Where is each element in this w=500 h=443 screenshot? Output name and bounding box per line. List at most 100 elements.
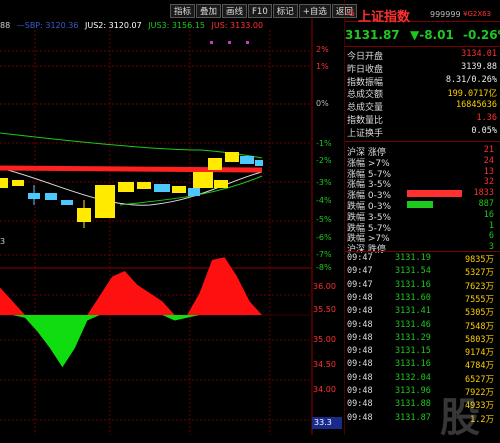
distribution-value: 13 bbox=[483, 166, 494, 177]
distribution-row: 涨幅 3-5% 32 bbox=[347, 177, 497, 190]
tick-row: 09:48 3131.46 7548万 bbox=[347, 319, 497, 332]
candle bbox=[188, 188, 200, 196]
divider bbox=[345, 251, 500, 252]
lower-y-tick: 35.00 bbox=[313, 335, 336, 344]
candle bbox=[12, 180, 24, 186]
y-tick: -2% bbox=[316, 156, 332, 165]
candle bbox=[240, 156, 254, 164]
distribution-row: 沪深 涨停 21 bbox=[347, 145, 497, 158]
stat-row: 上证换手 0.05% bbox=[347, 126, 497, 139]
tick-price: 3131.15 bbox=[395, 346, 431, 357]
tick-price: 3131.54 bbox=[395, 266, 431, 277]
divider bbox=[345, 141, 500, 142]
tick-time: 09:47 bbox=[347, 266, 373, 277]
stat-label: 昨日收盘 bbox=[347, 64, 384, 75]
tick-row: 09:48 3132.04 6527万 bbox=[347, 372, 497, 385]
tick-price: 3132.04 bbox=[395, 372, 431, 383]
distribution-value: 32 bbox=[483, 177, 494, 188]
tick-row: 09:47 3131.54 5327万 bbox=[347, 266, 497, 278]
stat-label: 总成交量 bbox=[347, 103, 384, 114]
candle bbox=[255, 160, 263, 166]
candle bbox=[0, 178, 8, 188]
distribution-value: 887 bbox=[478, 199, 494, 209]
candle bbox=[214, 180, 228, 188]
reference-red-line bbox=[0, 165, 263, 173]
tick-row: 09:48 3131.29 5803万 bbox=[347, 333, 497, 345]
stat-value: 3134.01 bbox=[461, 49, 497, 59]
watermark-logo: 股 bbox=[440, 395, 480, 441]
tick-row: 09:48 3131.60 7555万 bbox=[347, 292, 497, 305]
y-tick: 2% bbox=[316, 45, 329, 54]
chart-area[interactable] bbox=[0, 0, 345, 435]
oscillator-negative-area bbox=[0, 315, 262, 368]
tick-time: 09:48 bbox=[347, 346, 373, 357]
tick-time: 09:48 bbox=[347, 306, 373, 317]
y-tick: -3% bbox=[316, 178, 332, 187]
distribution-value: 6 bbox=[488, 231, 494, 242]
tick-price: 3131.96 bbox=[395, 386, 431, 396]
distribution-bar bbox=[407, 190, 462, 198]
tick-row: 09:48 3131.16 4784万 bbox=[347, 359, 497, 371]
stat-label: 指数量比 bbox=[347, 116, 384, 126]
tick-time: 09:48 bbox=[347, 386, 373, 396]
tick-time: 09:48 bbox=[347, 292, 373, 303]
candle bbox=[118, 182, 134, 192]
distribution-value: 24 bbox=[483, 155, 494, 166]
tick-price: 3131.19 bbox=[395, 253, 431, 263]
candlesticks bbox=[0, 152, 263, 228]
price-change-pct: -0.26% bbox=[463, 28, 500, 42]
tick-price: 3131.88 bbox=[395, 399, 431, 410]
tick-row: 09:47 3131.19 9835万 bbox=[347, 253, 497, 265]
distribution-value: 1833 bbox=[473, 188, 494, 199]
y-tick: 1% bbox=[316, 62, 329, 71]
tick-time: 09:47 bbox=[347, 279, 373, 290]
candle bbox=[137, 182, 151, 189]
stat-label: 指数振幅 bbox=[347, 77, 384, 88]
stat-value: 3139.88 bbox=[461, 61, 497, 72]
candle bbox=[225, 152, 239, 162]
distribution-row: 涨幅 5-7% 13 bbox=[347, 166, 497, 180]
tick-price: 3131.60 bbox=[395, 292, 431, 303]
left-small-label: 3 bbox=[0, 237, 6, 246]
stat-row: 总成交额 199.0717亿 bbox=[347, 87, 497, 101]
stat-label: 今日开盘 bbox=[347, 52, 384, 62]
tick-row: 09:47 3131.16 7623万 bbox=[347, 279, 497, 292]
tick-price: 3131.16 bbox=[395, 359, 431, 370]
stat-label: 总成交额 bbox=[347, 90, 384, 101]
lower-y-tick: 34.50 bbox=[313, 360, 336, 369]
tick-time: 09:48 bbox=[347, 412, 373, 423]
tick-row: 09:48 3131.41 5305万 bbox=[347, 306, 497, 319]
stat-row: 昨日收盘 3139.88 bbox=[347, 61, 497, 75]
lower-y-tick: 35.50 bbox=[313, 305, 336, 314]
stat-value: 1.36 bbox=[476, 113, 497, 123]
stat-value: 16845636 bbox=[456, 100, 497, 111]
tick-price: 3131.87 bbox=[395, 412, 431, 423]
tick-time: 09:48 bbox=[347, 359, 373, 370]
stat-row: 指数量比 1.36 bbox=[347, 113, 497, 126]
y-tick: -7% bbox=[316, 250, 332, 259]
distribution-bar bbox=[407, 201, 433, 208]
tick-volume: 9835万 bbox=[465, 255, 494, 265]
stat-value: 8.31/0.26% bbox=[445, 74, 497, 85]
tick-volume: 5305万 bbox=[465, 308, 494, 319]
tick-volume: 6527万 bbox=[465, 374, 494, 385]
lower-y-tick: 34.00 bbox=[313, 385, 336, 394]
y-tick: -4% bbox=[316, 196, 332, 205]
tick-time: 09:48 bbox=[347, 319, 373, 330]
tick-time: 09:48 bbox=[347, 372, 373, 383]
tick-time: 09:47 bbox=[347, 253, 373, 263]
tick-price: 3131.16 bbox=[395, 279, 431, 290]
tick-volume: 7548万 bbox=[465, 321, 494, 332]
tick-volume: 7623万 bbox=[465, 281, 494, 292]
distribution-value: 1 bbox=[488, 220, 494, 231]
tick-volume: 9174万 bbox=[465, 348, 494, 359]
index-title: 上证指数 bbox=[358, 10, 411, 25]
distribution-row: 涨幅 0-3% 1833 bbox=[347, 188, 497, 201]
distribution-row: 跌幅 3-5% 16 bbox=[347, 210, 497, 223]
index-badge: ¥G2X63 bbox=[463, 10, 492, 18]
candle bbox=[95, 185, 115, 218]
candle bbox=[154, 184, 170, 192]
lower-y-tick: 36.00 bbox=[313, 282, 336, 291]
ma-green-line bbox=[0, 132, 263, 159]
tick-row: 09:48 3131.15 9174万 bbox=[347, 346, 497, 359]
